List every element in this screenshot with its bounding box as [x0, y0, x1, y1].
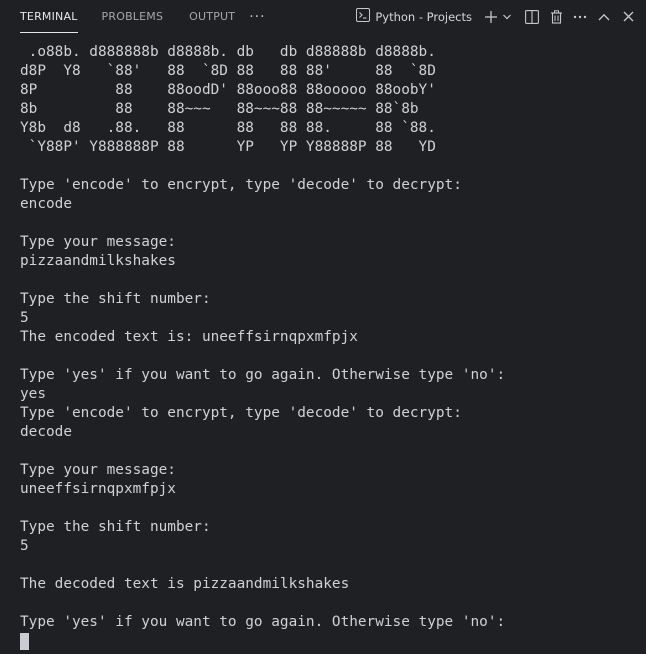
terminal-line: d8P Y8 `88' 88 `8D 88 88 88' 88 `8D [20, 63, 436, 79]
terminal-line: uneeffsirnqpxmfpjx [20, 481, 176, 497]
maximize-panel-button[interactable] [592, 5, 616, 29]
chevron-up-icon [598, 13, 610, 20]
tab-terminal[interactable]: TERMINAL [20, 0, 78, 33]
launch-profile-button[interactable] [500, 5, 514, 29]
terminal-output[interactable]: .o88b. d888888b d8888b. db db d88888b d8… [20, 43, 636, 654]
terminal-name: Python - Projects [375, 9, 472, 24]
close-panel-button[interactable] [616, 5, 640, 29]
terminal-line: 8b 88 88~~~ 88~~~88 88~~~~~ 88`8b [20, 101, 419, 117]
terminal-line: Type 'yes' if you want to go again. Othe… [20, 614, 506, 630]
terminal-icon [356, 8, 371, 25]
tab-output[interactable]: OUTPUT [189, 0, 235, 33]
terminal-line: Type 'encode' to encrypt, type 'decode' … [20, 177, 462, 193]
plus-icon [485, 10, 497, 23]
panel-tab-bar: TERMINAL PROBLEMS OUTPUT ··· Python - Pr… [0, 0, 646, 33]
ellipsis-icon [573, 15, 587, 18]
terminal-line: Type the shift number: [20, 519, 211, 535]
chevron-down-icon [503, 14, 511, 19]
terminal-line: decode [20, 424, 72, 440]
terminal-line: .o88b. d888888b d8888b. db db d88888b d8… [20, 44, 436, 60]
terminal-line: encode [20, 196, 72, 212]
more-actions-button[interactable] [568, 5, 592, 29]
terminal-input-line[interactable] [20, 632, 636, 651]
terminal-line: pizzaandmilkshakes [20, 253, 176, 269]
terminal-line: Type 'encode' to encrypt, type 'decode' … [20, 405, 462, 421]
terminal-line: Type 'yes' if you want to go again. Othe… [20, 367, 506, 383]
terminal-line: yes [20, 386, 46, 402]
terminal-cursor [20, 633, 29, 650]
terminal-line: Type your message: [20, 234, 176, 250]
split-icon [525, 9, 539, 24]
terminal-line: 8P 88 88oodD' 88ooo88 88ooooo 88oobY' [20, 82, 436, 98]
terminal-selector[interactable]: Python - Projects [356, 8, 472, 25]
terminal-line: Type the shift number: [20, 291, 211, 307]
terminal-line: The encoded text is: uneeffsirnqpxmfpjx [20, 329, 358, 345]
split-terminal-button[interactable] [520, 5, 544, 29]
terminal-line: Y8b d8 .88. 88 88 88 88. 88 `88. [20, 120, 436, 136]
more-tabs-button[interactable]: ··· [249, 0, 265, 33]
new-terminal-button[interactable] [482, 5, 500, 29]
kill-terminal-button[interactable] [544, 5, 568, 29]
terminal-line: 5 [20, 310, 29, 326]
terminal-toolbar: Python - Projects [356, 0, 640, 33]
terminal-line: The decoded text is pizzaandmilkshakes [20, 576, 350, 592]
trash-icon [550, 9, 562, 24]
terminal-line: `Y88P' Y888888P 88 YP YP Y88888P 88 YD [20, 139, 436, 155]
terminal-panel: TERMINAL PROBLEMS OUTPUT ··· Python - Pr… [0, 0, 646, 654]
terminal-line: Type your message: [20, 462, 176, 478]
tab-problems[interactable]: PROBLEMS [102, 0, 164, 33]
close-icon [623, 11, 633, 22]
terminal-line: 5 [20, 538, 29, 554]
